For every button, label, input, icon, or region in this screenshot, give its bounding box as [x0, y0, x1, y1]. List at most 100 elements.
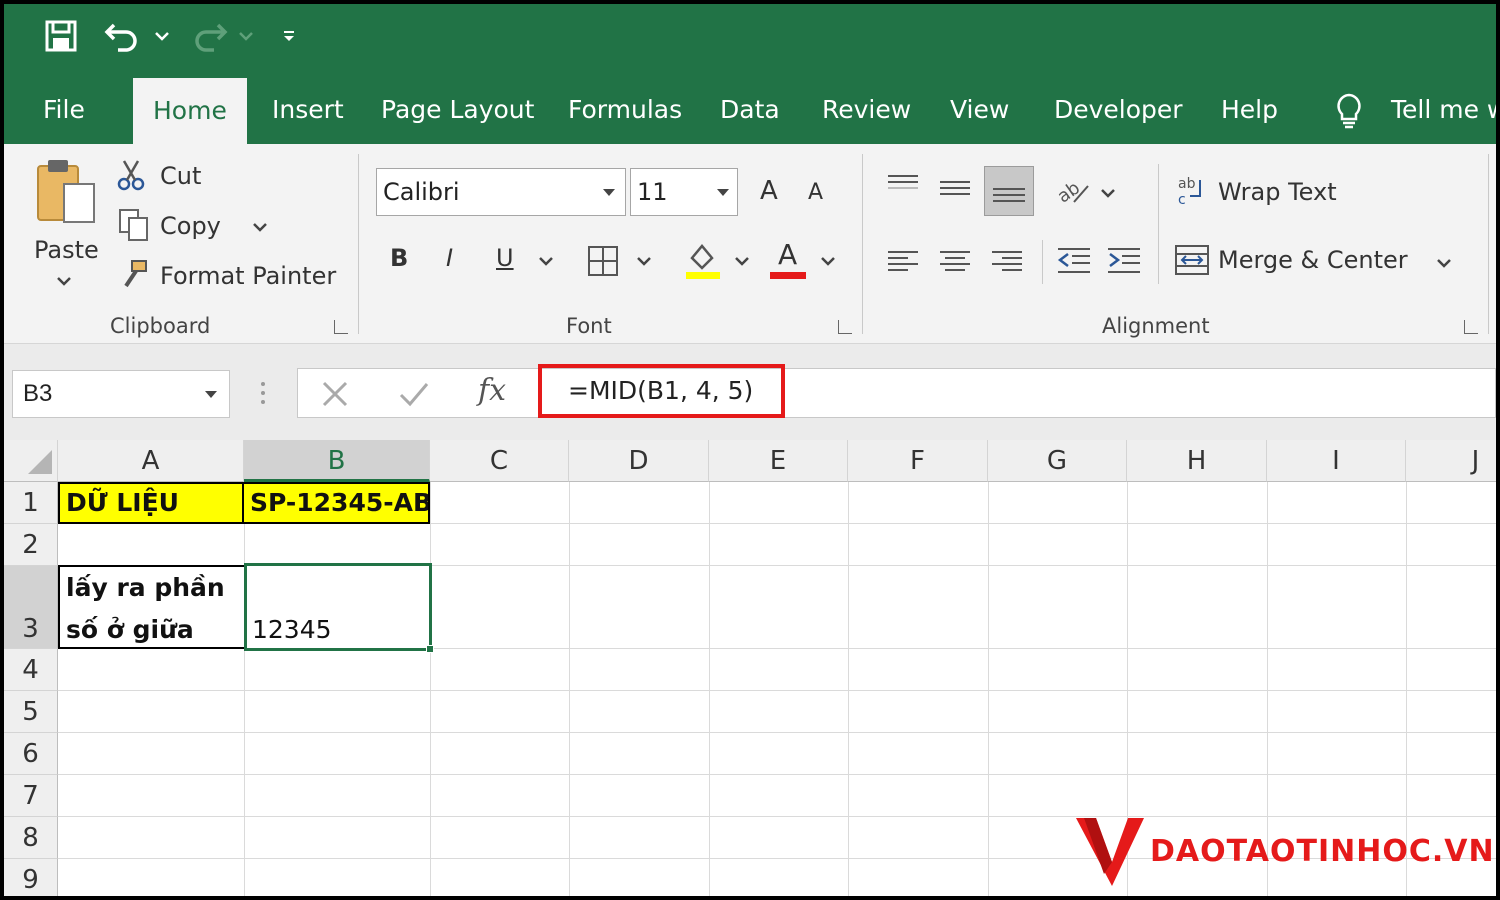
enter-check-icon[interactable]	[398, 379, 430, 414]
gridline	[58, 774, 1496, 775]
tab-insert[interactable]: Insert	[272, 76, 344, 144]
merge-dropdown-icon[interactable]	[1436, 256, 1452, 274]
row-header-8[interactable]: 8	[4, 817, 58, 859]
cell-b1[interactable]: SP-12345-AB	[244, 482, 430, 524]
column-header-i[interactable]: I	[1267, 440, 1406, 482]
alignment-launcher-icon[interactable]	[1464, 320, 1478, 334]
svg-text:ab: ab	[1178, 176, 1196, 192]
redo-dropdown-icon[interactable]	[238, 18, 254, 54]
scissors-icon[interactable]	[116, 158, 148, 197]
clipboard-launcher-icon[interactable]	[334, 320, 348, 334]
customize-qat-icon[interactable]	[282, 18, 296, 54]
redo-icon[interactable]	[190, 18, 228, 54]
cell-b3-selected[interactable]: 12345	[244, 563, 432, 651]
undo-icon[interactable]	[104, 18, 142, 54]
italic-button[interactable]: I	[446, 244, 453, 272]
tab-view[interactable]: View	[950, 76, 1009, 144]
row-header-6[interactable]: 6	[4, 733, 58, 775]
bold-button[interactable]: B	[390, 244, 408, 272]
column-header-b[interactable]: B	[244, 440, 430, 482]
top-align-icon[interactable]	[886, 172, 920, 203]
watermark-logo-icon	[1074, 814, 1146, 893]
title-bar	[4, 4, 1496, 76]
align-right-icon[interactable]	[990, 248, 1024, 279]
name-box[interactable]: B3	[12, 370, 230, 418]
row-header-3[interactable]: 3	[4, 566, 58, 649]
formula-content[interactable]: =MID(B1, 4, 5)	[538, 364, 785, 418]
row-header-1[interactable]: 1	[4, 482, 58, 524]
formula-input-area[interactable]: fx =MID(B1, 4, 5)	[297, 364, 1496, 418]
middle-align-icon[interactable]	[938, 176, 972, 207]
column-header-d[interactable]: D	[569, 440, 709, 482]
row-header-5[interactable]: 5	[4, 691, 58, 733]
gridline	[244, 482, 245, 896]
select-all-corner[interactable]	[4, 440, 58, 482]
format-painter-icon[interactable]	[118, 258, 150, 297]
row-header-7[interactable]: 7	[4, 775, 58, 817]
merge-center-icon[interactable]	[1174, 242, 1210, 283]
font-color-dropdown-icon[interactable]	[820, 254, 836, 272]
underline-dropdown-icon[interactable]	[538, 254, 554, 272]
orientation-icon[interactable]: ab	[1054, 172, 1090, 211]
column-header-c[interactable]: C	[430, 440, 569, 482]
wrap-text-icon[interactable]: ab c	[1176, 174, 1208, 213]
fill-color-icon[interactable]	[684, 240, 722, 285]
borders-dropdown-icon[interactable]	[636, 254, 652, 272]
format-painter-button[interactable]: Format Painter	[160, 262, 336, 290]
paste-icon[interactable]	[34, 158, 100, 231]
orientation-dropdown-icon[interactable]	[1100, 186, 1116, 204]
row-header-2[interactable]: 2	[4, 524, 58, 566]
align-left-icon[interactable]	[886, 248, 920, 279]
font-name-value: Calibri	[383, 178, 460, 206]
tab-file[interactable]: File	[43, 76, 85, 144]
fill-color-dropdown-icon[interactable]	[734, 254, 750, 272]
insert-function-icon[interactable]: fx	[478, 373, 506, 408]
column-header-f[interactable]: F	[848, 440, 988, 482]
column-header-g[interactable]: G	[988, 440, 1127, 482]
row-header-4[interactable]: 4	[4, 649, 58, 691]
gridline	[988, 482, 989, 896]
font-color-button[interactable]: A	[778, 238, 797, 271]
cut-button[interactable]: Cut	[160, 162, 201, 190]
tab-page-layout[interactable]: Page Layout	[381, 76, 534, 144]
column-header-h[interactable]: H	[1127, 440, 1267, 482]
copy-dropdown-icon[interactable]	[252, 220, 268, 238]
row-header-9[interactable]: 9	[4, 859, 58, 896]
font-color-swatch	[770, 272, 806, 279]
column-header-j[interactable]: J	[1406, 440, 1496, 482]
undo-dropdown-icon[interactable]	[154, 18, 170, 54]
borders-icon[interactable]	[586, 244, 620, 283]
align-center-icon[interactable]	[938, 248, 972, 279]
shrink-font-button[interactable]: A	[808, 180, 823, 205]
decrease-indent-icon[interactable]	[1056, 246, 1092, 281]
tab-home[interactable]: Home	[133, 78, 247, 144]
copy-button[interactable]: Copy	[160, 212, 221, 240]
cancel-icon[interactable]	[320, 379, 350, 414]
fill-handle[interactable]	[426, 645, 434, 653]
column-header-e[interactable]: E	[709, 440, 848, 482]
paste-label[interactable]: Paste	[34, 236, 99, 264]
font-size-dropdown[interactable]: 11	[630, 168, 738, 216]
paste-dropdown-icon[interactable]	[56, 274, 72, 292]
bottom-align-icon[interactable]	[984, 166, 1034, 216]
font-name-dropdown[interactable]: Calibri	[376, 168, 626, 216]
cell-a1[interactable]: DỮ LIỆU	[58, 482, 244, 524]
increase-indent-icon[interactable]	[1106, 246, 1142, 281]
underline-button[interactable]: U	[496, 244, 514, 272]
tab-developer[interactable]: Developer	[1054, 76, 1183, 144]
drag-handle-icon[interactable]	[260, 380, 266, 411]
grow-font-button[interactable]: A	[760, 176, 778, 206]
tab-review[interactable]: Review	[822, 76, 911, 144]
tell-me-search[interactable]: Tell me w	[1391, 76, 1496, 144]
tab-formulas[interactable]: Formulas	[568, 76, 682, 144]
wrap-text-button[interactable]: Wrap Text	[1218, 178, 1337, 206]
divider	[1042, 240, 1043, 284]
column-header-a[interactable]: A	[58, 440, 244, 482]
tab-data[interactable]: Data	[720, 76, 780, 144]
font-launcher-icon[interactable]	[838, 320, 852, 334]
copy-icon[interactable]	[118, 208, 150, 247]
cell-a3[interactable]: lấy ra phần số ở giữa	[58, 565, 246, 649]
save-icon[interactable]	[44, 18, 78, 54]
merge-center-button[interactable]: Merge & Center	[1218, 246, 1408, 274]
tab-help[interactable]: Help	[1221, 76, 1278, 144]
